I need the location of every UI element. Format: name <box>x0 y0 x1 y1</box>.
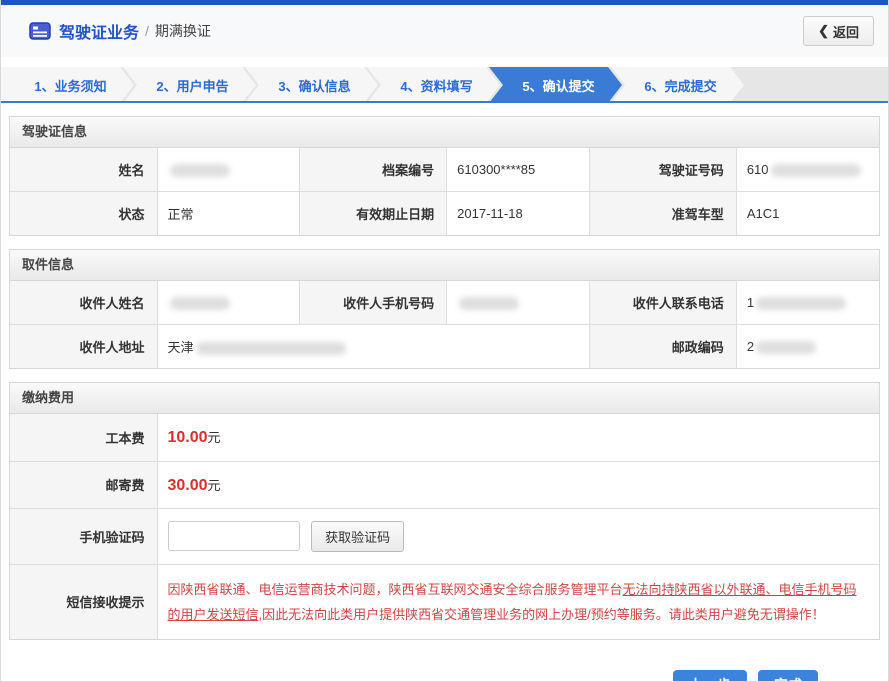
recipient-address-label: 收件人地址 <box>10 325 157 369</box>
captcha-input[interactable] <box>168 521 300 551</box>
table-row: 短信接收提示 因陕西省联通、电信运营商技术问题，陕西省互联网交通安全综合服务管理… <box>10 564 879 639</box>
step-wizard: 1、业务须知 2、用户申告 3、确认信息 4、资料填写 5、确认提交 6、完成提… <box>1 67 888 103</box>
recipient-name-label: 收件人姓名 <box>10 281 157 325</box>
redacted-blur <box>459 297 519 310</box>
back-button[interactable]: ❮ 返回 <box>803 16 874 46</box>
recipient-mobile-value <box>447 281 590 325</box>
file-number-value: 610300****85 <box>447 148 590 192</box>
finish-button[interactable]: 完成 <box>758 670 818 682</box>
vehicle-class-value: A1C1 <box>736 192 879 236</box>
sms-notice-label: 短信接收提示 <box>10 564 157 639</box>
footer-actions: 上一步 完成 <box>9 640 880 682</box>
license-number-label: 驾驶证号码 <box>589 148 736 192</box>
recipient-phone-label: 收件人联系电话 <box>589 281 736 325</box>
table-row: 邮寄费 30.00元 <box>10 461 879 508</box>
step-3-confirm-info[interactable]: 3、确认信息 <box>245 67 378 103</box>
postal-code-label: 邮政编码 <box>589 325 736 369</box>
step-2-declaration[interactable]: 2、用户申告 <box>123 67 256 103</box>
redacted-blur <box>170 164 230 177</box>
table-row: 收件人地址 天津 邮政编码 2 <box>10 325 879 369</box>
status-label: 状态 <box>10 192 157 236</box>
vehicle-class-label: 准驾车型 <box>589 192 736 236</box>
postal-code-value: 2 <box>736 325 879 369</box>
step-1-notice[interactable]: 1、业务须知 <box>1 67 134 103</box>
recipient-address-value: 天津 <box>157 325 589 369</box>
fees-title: 缴纳费用 <box>10 383 879 414</box>
breadcrumb-separator: / <box>145 23 149 39</box>
pickup-info-title: 取件信息 <box>10 250 879 281</box>
mailing-fee-label: 邮寄费 <box>10 461 157 508</box>
license-info-section: 驾驶证信息 姓名 档案编号 610300****85 驾驶证号码 610 状态 … <box>9 116 880 236</box>
table-row: 手机验证码 获取验证码 <box>10 508 879 564</box>
name-value <box>157 148 300 192</box>
table-row: 状态 正常 有效期止日期 2017-11-18 准驾车型 A1C1 <box>10 192 879 236</box>
production-fee-value: 10.00元 <box>157 414 879 461</box>
recipient-phone-value: 1 <box>736 281 879 325</box>
get-captcha-button[interactable]: 获取验证码 <box>311 521 404 552</box>
pickup-info-section: 取件信息 收件人姓名 收件人手机号码 收件人联系电话 1 收件人地址 天津 邮政… <box>9 249 880 369</box>
page-title: 驾驶证业务 <box>59 19 139 43</box>
fee-amount: 10.00 <box>168 429 208 446</box>
step-6-complete[interactable]: 6、完成提交 <box>611 67 744 103</box>
sms-notice-text: 因陕西省联通、电信运营商技术问题，陕西省互联网交通安全综合服务管理平台无法向持陕… <box>157 564 879 639</box>
valid-until-value: 2017-11-18 <box>447 192 590 236</box>
breadcrumb-current: 期满换证 <box>155 21 211 41</box>
status-value: 正常 <box>157 192 300 236</box>
redacted-blur <box>170 297 230 310</box>
page: 驾驶证业务 / 期满换证 ❮ 返回 1、业务须知 2、用户申告 3、确认信息 4… <box>0 0 889 682</box>
name-label: 姓名 <box>10 148 157 192</box>
fees-section: 缴纳费用 工本费 10.00元 邮寄费 30.00元 手机验证码 <box>9 382 880 640</box>
recipient-mobile-label: 收件人手机号码 <box>300 281 447 325</box>
redacted-blur <box>771 164 861 177</box>
mailing-fee-value: 30.00元 <box>157 461 879 508</box>
previous-step-button[interactable]: 上一步 <box>673 670 747 682</box>
table-row: 收件人姓名 收件人手机号码 收件人联系电话 1 <box>10 281 879 325</box>
chevron-left-icon: ❮ <box>818 23 829 39</box>
fee-unit: 元 <box>208 430 221 445</box>
valid-until-label: 有效期止日期 <box>300 192 447 236</box>
fee-unit: 元 <box>208 478 221 493</box>
table-row: 工本费 10.00元 <box>10 414 879 461</box>
license-menu-icon <box>29 22 51 40</box>
back-button-label: 返回 <box>833 22 859 41</box>
page-header: 驾驶证业务 / 期满换证 ❮ 返回 <box>1 5 888 57</box>
redacted-blur <box>756 297 846 310</box>
step-5-confirm-submit[interactable]: 5、确认提交 <box>489 67 622 103</box>
captcha-label: 手机验证码 <box>10 508 157 564</box>
step-4-fill-data[interactable]: 4、资料填写 <box>367 67 500 103</box>
fee-amount: 30.00 <box>168 477 208 494</box>
redacted-blur <box>756 341 816 354</box>
recipient-name-value <box>157 281 300 325</box>
production-fee-label: 工本费 <box>10 414 157 461</box>
table-row: 姓名 档案编号 610300****85 驾驶证号码 610 <box>10 148 879 192</box>
redacted-blur <box>196 342 346 355</box>
license-info-title: 驾驶证信息 <box>10 117 879 148</box>
captcha-cell: 获取验证码 <box>157 508 879 564</box>
file-number-label: 档案编号 <box>300 148 447 192</box>
license-number-value: 610 <box>736 148 879 192</box>
